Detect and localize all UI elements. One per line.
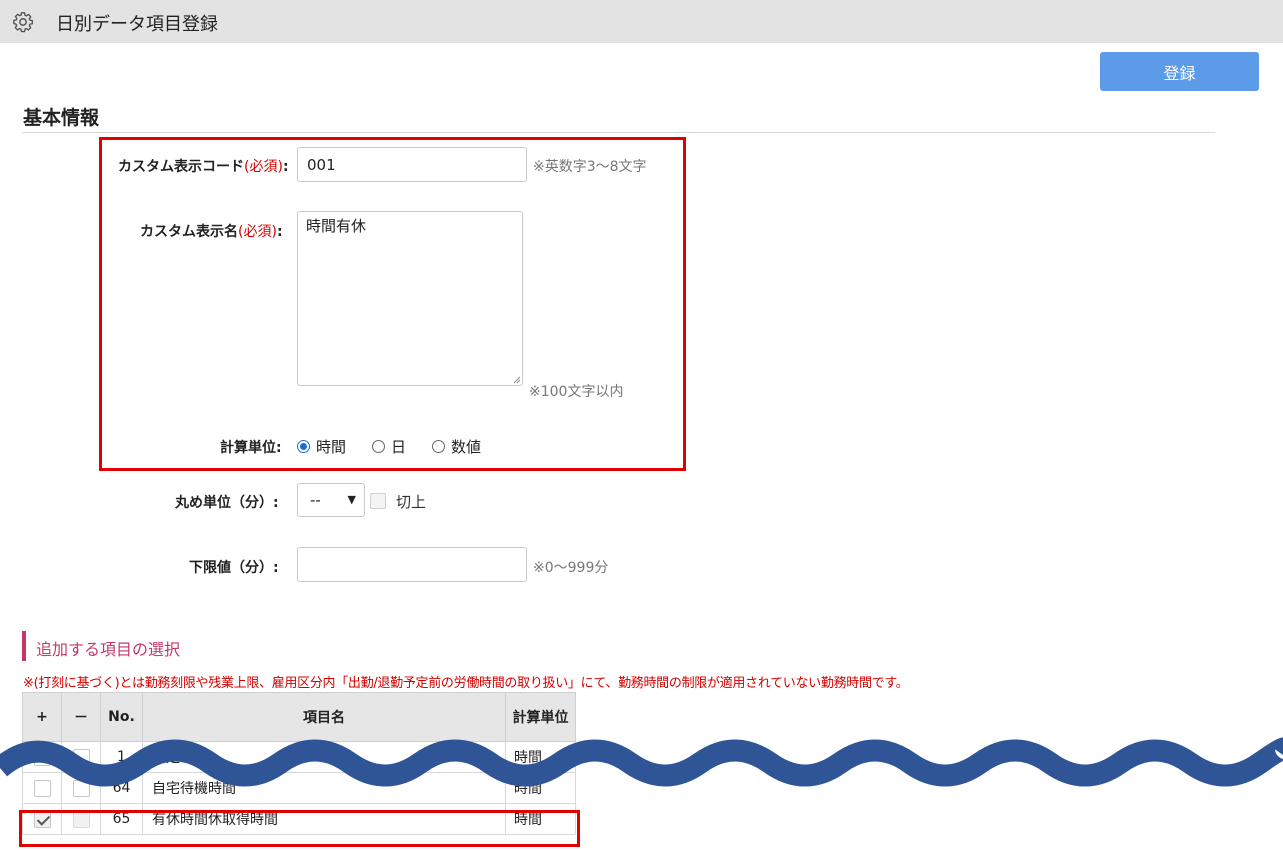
round-up-label: 切上 (396, 493, 427, 511)
section-title-basic-info: 基本情報 (23, 107, 100, 129)
lower-limit-input[interactable] (297, 547, 527, 582)
subsection-title: 追加する項目の選択 (36, 640, 181, 659)
radio-button[interactable] (432, 439, 446, 453)
page-title: 日別データ項目登録 (56, 14, 218, 35)
omission-wave-decoration (0, 737, 1283, 787)
section-divider (22, 132, 1215, 133)
lower-limit-label: 下限値（分）: (189, 560, 279, 576)
radio-days[interactable]: 日 (372, 436, 406, 457)
gear-icon[interactable] (12, 11, 34, 33)
round-up-checkbox[interactable] (370, 493, 386, 509)
dropdown-arrow-icon: ▼ (347, 493, 356, 506)
highlight-box-selected-row (19, 810, 580, 847)
rounding-label: 丸め単位（分）: (175, 495, 279, 511)
radio-button[interactable] (372, 439, 386, 453)
register-button[interactable]: 登録 (1100, 52, 1259, 91)
calc-unit-label: 計算単位: (220, 440, 282, 456)
radio-button-selected[interactable] (297, 439, 310, 453)
title-bar: 日別データ項目登録 (0, 0, 1283, 43)
lower-limit-note: ※0〜999分 (533, 560, 609, 576)
custom-name-label: カスタム表示名(必須): (140, 224, 283, 240)
rounding-select[interactable]: -- ▼ (297, 483, 365, 517)
custom-code-label: カスタム表示コード(必須): (118, 159, 289, 175)
custom-code-note: ※英数字3〜8文字 (533, 159, 647, 175)
items-note: ※(打刻に基づく)とは勤務刻限や残業上限、雇用区分内「出勤/退勤予定前の労働時間… (23, 676, 909, 691)
subsection-accent-bar (22, 631, 26, 661)
custom-name-note: ※100文字以内 (529, 384, 624, 400)
custom-code-input[interactable] (297, 147, 527, 182)
calc-unit-radio-group: 時間 日 数値 (297, 436, 507, 456)
custom-name-textarea[interactable]: 時間有休 (297, 211, 523, 386)
radio-numeric[interactable]: 数値 (432, 436, 481, 457)
resize-grip-icon[interactable] (513, 376, 521, 384)
radio-hours[interactable]: 時間 (297, 436, 346, 457)
